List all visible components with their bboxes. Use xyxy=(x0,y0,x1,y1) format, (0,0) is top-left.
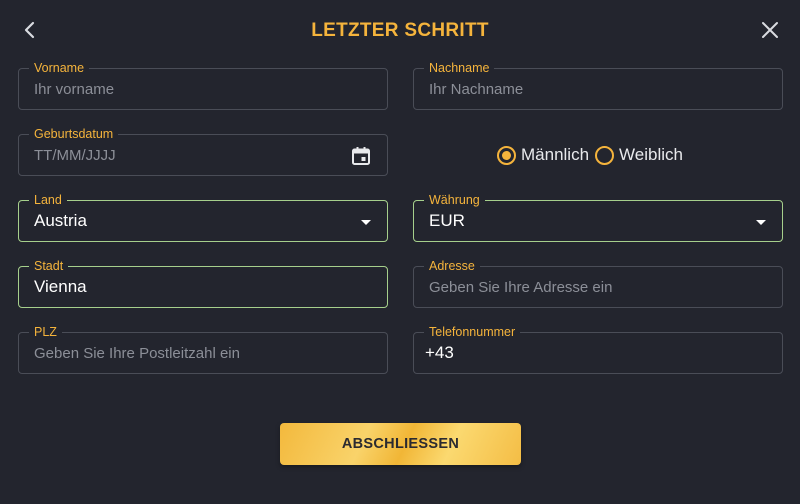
close-icon xyxy=(762,22,778,38)
zip-label: PLZ xyxy=(29,325,62,340)
calendar-icon xyxy=(352,147,370,165)
address-field[interactable]: Adresse Geben Sie Ihre Adresse ein xyxy=(413,259,783,308)
city-field[interactable]: Stadt Vienna xyxy=(18,259,388,308)
currency-select[interactable]: Währung EUR xyxy=(413,193,783,242)
close-button[interactable] xyxy=(754,14,786,46)
page-title: LETZTER SCHRITT xyxy=(311,20,489,41)
gender-female-radio[interactable]: Weiblich xyxy=(595,145,683,165)
caret-down-icon xyxy=(756,220,766,225)
phone-field[interactable]: Telefonnummer +43 xyxy=(413,325,783,374)
last-name-input[interactable]: Ihr Nachname xyxy=(429,81,523,99)
city-input[interactable]: Vienna xyxy=(34,278,87,296)
address-label: Adresse xyxy=(424,259,480,274)
city-label: Stadt xyxy=(29,259,69,274)
submit-button[interactable]: ABSCHLIESSEN xyxy=(280,423,521,465)
gender-radio-group: Männlich Weiblich xyxy=(497,143,689,167)
country-label: Land xyxy=(29,193,67,208)
radio-checked-icon xyxy=(497,145,516,165)
calendar-button[interactable] xyxy=(351,146,371,166)
gender-male-label: Männlich xyxy=(521,145,590,164)
birthdate-label: Geburtsdatum xyxy=(29,127,119,142)
zip-input[interactable]: Geben Sie Ihre Postleitzahl ein xyxy=(34,345,240,363)
birthdate-input[interactable]: TT/MM/JJJJ xyxy=(34,147,116,165)
address-input[interactable]: Geben Sie Ihre Adresse ein xyxy=(429,279,612,297)
first-name-field[interactable]: Vorname Ihr vorname xyxy=(18,61,388,110)
last-name-field[interactable]: Nachname Ihr Nachname xyxy=(413,61,783,110)
country-select[interactable]: Land Austria xyxy=(18,193,388,242)
first-name-input[interactable]: Ihr vorname xyxy=(34,81,114,99)
last-name-label: Nachname xyxy=(424,61,495,76)
first-name-label: Vorname xyxy=(29,61,90,76)
radio-unchecked-icon xyxy=(595,145,615,165)
gender-female-label: Weiblich xyxy=(619,145,683,164)
country-value: Austria xyxy=(34,211,87,230)
gender-male-radio[interactable]: Männlich xyxy=(497,145,589,165)
zip-field[interactable]: PLZ Geben Sie Ihre Postleitzahl ein xyxy=(18,325,388,374)
birthdate-field[interactable]: Geburtsdatum TT/MM/JJJJ xyxy=(18,127,388,176)
currency-value: EUR xyxy=(429,211,465,230)
phone-label: Telefonnummer xyxy=(424,325,521,340)
currency-label: Währung xyxy=(424,193,485,208)
phone-input[interactable]: +43 xyxy=(425,344,454,362)
caret-down-icon xyxy=(361,220,371,225)
